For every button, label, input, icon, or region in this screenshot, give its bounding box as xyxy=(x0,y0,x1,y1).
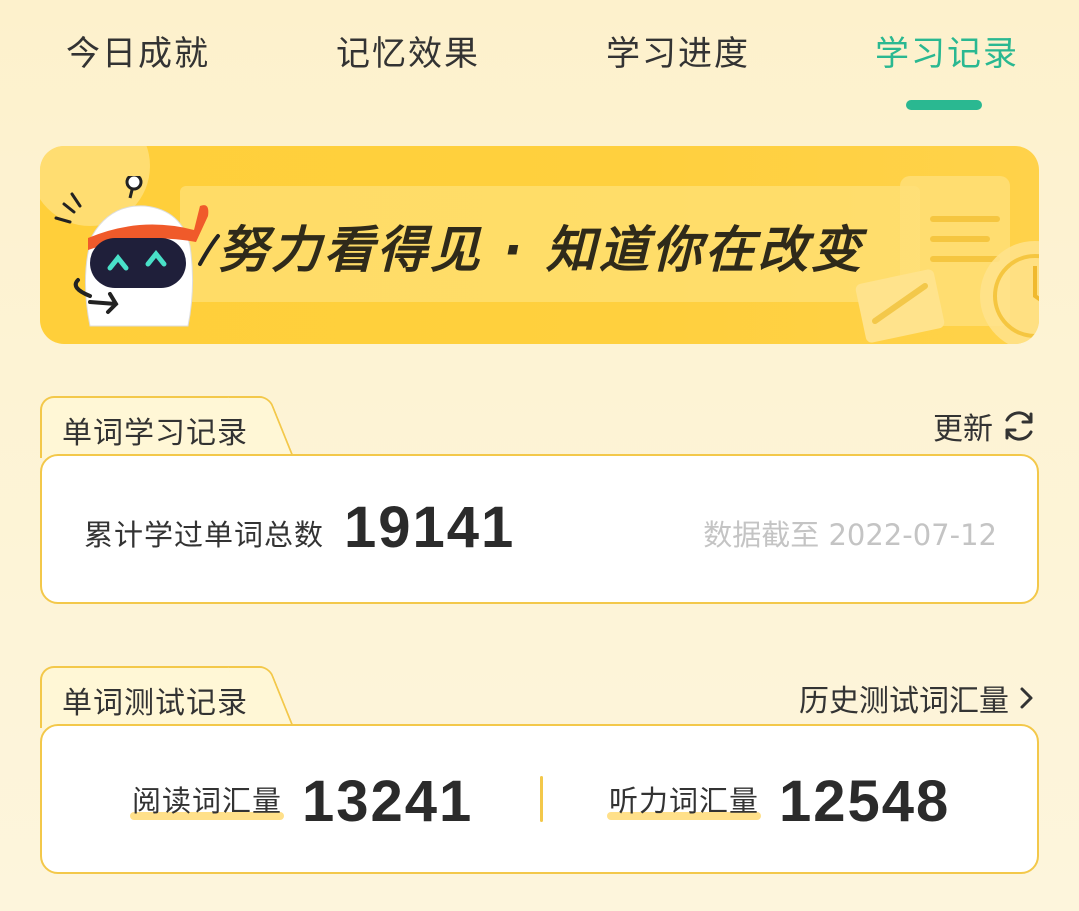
word-study-card: 累计学过单词总数 19141 数据截至 2022-07-12 xyxy=(40,454,1039,604)
tab-study-records[interactable]: 学习记录 xyxy=(875,26,1019,75)
motivation-banner: 努力看得见 · 知道你在改变 xyxy=(40,146,1039,344)
banner-slogan: 努力看得见 · 知道你在改变 xyxy=(218,221,864,279)
history-test-vocab-link[interactable]: 历史测试词汇量 xyxy=(799,676,1037,720)
listening-vocab-value: 12548 xyxy=(779,769,951,834)
stat-divider xyxy=(540,776,543,822)
reading-vocab-value: 13241 xyxy=(302,769,474,834)
history-test-vocab-label: 历史测试词汇量 xyxy=(799,684,1009,719)
tab-study-progress[interactable]: 学习进度 xyxy=(606,26,750,75)
word-test-title: 单词测试记录 xyxy=(62,686,248,721)
refresh-label: 更新 xyxy=(933,412,993,447)
reading-vocab-label: 阅读词汇量 xyxy=(129,778,285,820)
word-study-section-tab: 单词学习记录 xyxy=(40,396,254,458)
total-words-value: 19141 xyxy=(344,495,516,560)
tab-bar: 今日成就 记忆效果 学习进度 学习记录 xyxy=(0,0,1079,120)
word-test-section-tab: 单词测试记录 xyxy=(40,666,254,728)
tab-memory-effect[interactable]: 记忆效果 xyxy=(336,26,480,75)
refresh-button[interactable]: 更新 xyxy=(933,404,1037,448)
word-study-title: 单词学习记录 xyxy=(62,416,248,451)
robot-mascot-icon xyxy=(54,176,220,327)
tab-today-achievement[interactable]: 今日成就 xyxy=(66,26,210,75)
listening-vocab-label: 听力词汇量 xyxy=(606,778,762,820)
data-date-note: 数据截至 2022-07-12 xyxy=(703,518,997,552)
chevron-right-icon xyxy=(1020,687,1033,709)
total-words-label: 累计学过单词总数 xyxy=(84,518,325,552)
active-tab-indicator xyxy=(906,100,982,110)
refresh-icon xyxy=(1005,411,1033,441)
word-test-card: 阅读词汇量 13241 听力词汇量 12548 xyxy=(40,724,1039,874)
